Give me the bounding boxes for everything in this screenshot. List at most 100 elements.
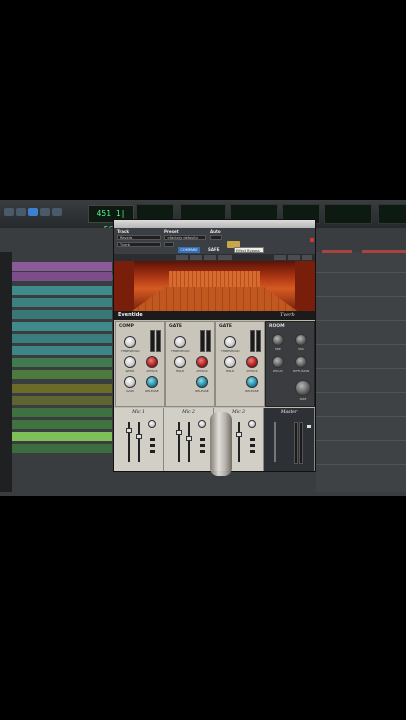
pan-knob[interactable] [148, 420, 156, 428]
room-visualization [114, 261, 315, 311]
module-title: COMP [119, 324, 134, 329]
compare-button[interactable]: COMPARE [178, 247, 200, 253]
track-lane[interactable] [12, 310, 112, 319]
gain-knob[interactable] [124, 376, 136, 388]
attack-knob[interactable] [196, 356, 208, 368]
threshold-knob[interactable] [124, 336, 136, 348]
room-left-wall [114, 261, 134, 311]
track-lane[interactable] [12, 358, 112, 367]
toolbar-button[interactable] [302, 255, 312, 260]
phase-button[interactable] [150, 450, 155, 453]
level-meter [156, 330, 161, 352]
track-lane[interactable] [12, 408, 112, 417]
auto-button[interactable] [210, 235, 222, 240]
knob-label: RELEASE [245, 389, 259, 393]
solo-button[interactable] [150, 444, 155, 447]
preset-nav[interactable] [164, 242, 174, 247]
insert-select[interactable]: Tverb [117, 242, 161, 247]
pan-knob[interactable] [248, 420, 256, 428]
toolbar-button[interactable] [274, 255, 286, 260]
play-icon[interactable] [28, 208, 38, 216]
decay-knob[interactable] [272, 356, 284, 368]
track-select[interactable]: Reverb [117, 235, 161, 240]
release-knob[interactable] [196, 376, 208, 388]
threshold-knob[interactable] [224, 336, 236, 348]
track-lane[interactable] [12, 322, 112, 331]
knob-label: DECAY [273, 369, 283, 373]
stop-icon[interactable] [16, 208, 26, 216]
knob-label: GAIN [126, 389, 134, 393]
close-icon[interactable] [310, 238, 314, 242]
gate-module: GATE THRESHOLD HOLD ATTACK RELEASE [165, 321, 215, 407]
mixer-strip-master: Master [264, 408, 315, 471]
phase-button[interactable] [200, 450, 205, 453]
finger-overlay [210, 412, 232, 476]
knob-label: SIZE [299, 397, 307, 401]
track-lane[interactable] [12, 262, 112, 271]
mix-knob[interactable] [295, 334, 307, 346]
solo-button[interactable] [250, 444, 255, 447]
master-fader[interactable] [306, 424, 312, 429]
mic1-fader[interactable] [126, 428, 132, 433]
track-lane[interactable] [12, 370, 112, 379]
strip-label: Mic 2 [182, 410, 195, 415]
knob-label: RELEASE [195, 389, 209, 393]
rewind-icon[interactable] [4, 208, 14, 216]
hold-knob[interactable] [224, 356, 236, 368]
preset-label: Preset [164, 229, 179, 234]
mute-button[interactable] [150, 438, 155, 441]
attack-knob[interactable] [146, 356, 158, 368]
level-meter [200, 330, 205, 352]
release-knob[interactable] [246, 376, 258, 388]
size-knob[interactable] [295, 380, 311, 396]
record-icon[interactable] [40, 208, 50, 216]
mic1-send-fader[interactable] [136, 434, 142, 439]
track-lane[interactable] [12, 444, 112, 453]
track-list[interactable] [0, 252, 12, 492]
attack-knob[interactable] [246, 356, 258, 368]
pan-knob[interactable] [198, 420, 206, 428]
mixer-strip-mic1: Mic 1 [114, 408, 164, 471]
hold-knob[interactable] [174, 356, 186, 368]
track-lane-selected[interactable] [12, 432, 112, 441]
room-module: ROOM PRE MIX DECAY DIFFUSION SIZE [265, 321, 315, 407]
toolbar-button[interactable] [218, 255, 232, 260]
brand-logo: Eventide [118, 312, 143, 318]
track-lane[interactable] [12, 286, 112, 295]
room-right-wall [295, 261, 315, 311]
timeline-right[interactable] [316, 252, 406, 492]
phase-button[interactable] [250, 450, 255, 453]
comp-module: COMP THRESHOLD RATIO ATTACK RELEASE GAIN [115, 321, 165, 407]
release-knob[interactable] [146, 376, 158, 388]
preset-select[interactable]: <factory default> [164, 235, 206, 240]
fader-track [238, 422, 240, 462]
solo-button[interactable] [200, 444, 205, 447]
loop-icon[interactable] [52, 208, 62, 216]
track-lane[interactable] [12, 346, 112, 355]
toolbar-button[interactable] [190, 255, 202, 260]
mic2-send-fader[interactable] [186, 436, 192, 441]
track-lane[interactable] [12, 298, 112, 307]
toolbar-button[interactable] [288, 255, 300, 260]
strip-label: Mic 1 [132, 410, 145, 415]
mic2-fader[interactable] [176, 430, 182, 435]
threshold-knob[interactable] [174, 336, 186, 348]
knob-label: THRESHOLD [221, 349, 240, 353]
track-lane[interactable] [12, 384, 112, 393]
room-back-wall [169, 271, 260, 288]
diffusion-knob[interactable] [295, 356, 307, 368]
toolbar-button[interactable] [204, 255, 216, 260]
pre-knob[interactable] [272, 334, 284, 346]
mute-button[interactable] [250, 438, 255, 441]
meter-display [324, 204, 372, 224]
plugin-title-bar[interactable] [114, 220, 315, 228]
mic3-send-fader[interactable] [236, 432, 242, 437]
mute-button[interactable] [200, 438, 205, 441]
safe-button[interactable]: SAFE [208, 247, 219, 252]
track-lane[interactable] [12, 420, 112, 429]
track-lane[interactable] [12, 272, 112, 281]
ratio-knob[interactable] [124, 356, 136, 368]
track-lane[interactable] [12, 396, 112, 405]
track-lane[interactable] [12, 334, 112, 343]
toolbar-button[interactable] [176, 255, 188, 260]
